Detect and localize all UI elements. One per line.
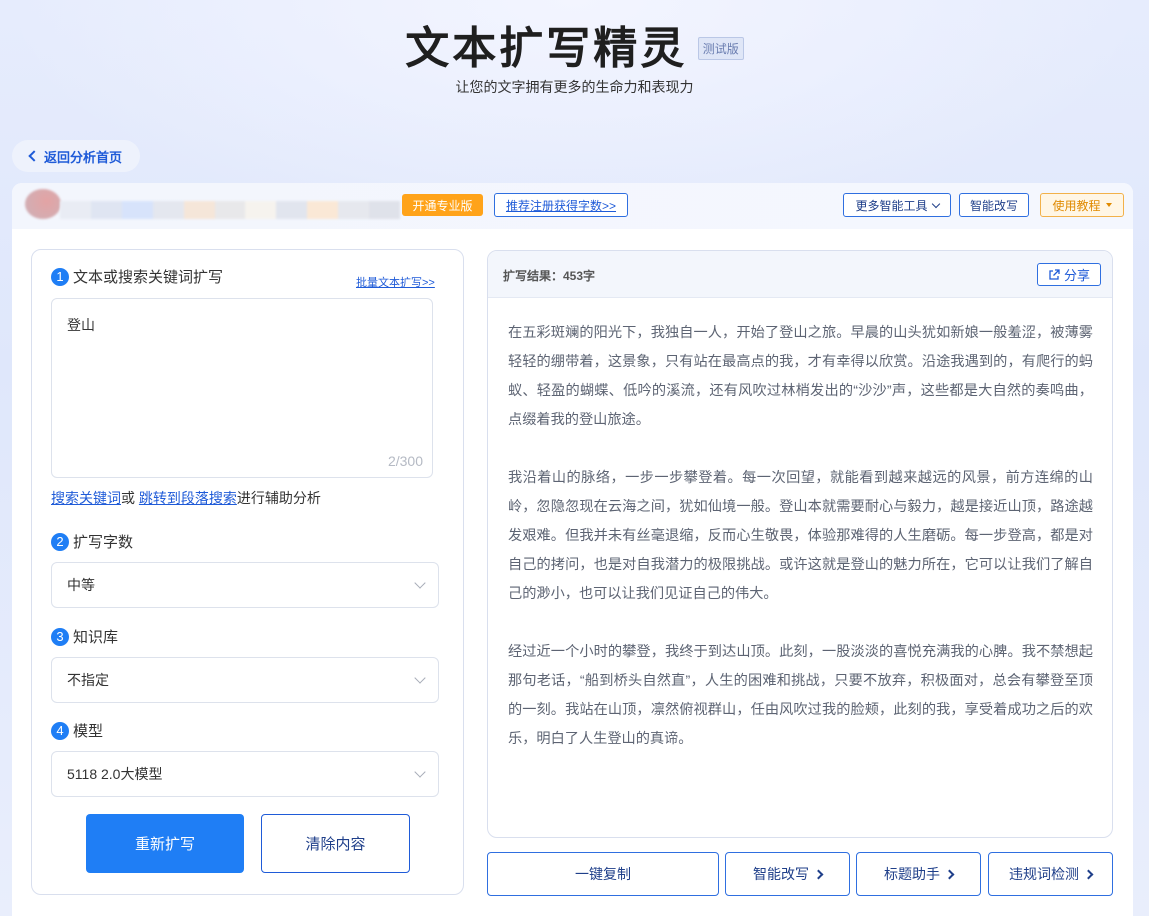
avatar [25, 189, 61, 219]
helper-or: 或 [121, 490, 135, 506]
paragraph-search-link[interactable]: 跳转到段落搜索 [139, 490, 237, 506]
share-label: 分享 [1063, 268, 1090, 283]
chevron-left-icon [28, 150, 40, 162]
chevron-right-icon [944, 869, 955, 879]
back-button-label: 返回分析首页 [43, 149, 122, 165]
main-card: 开通专业版 推荐注册获得字数>> 更多智能工具 智能改写 使用教程 1 文本或搜… [12, 183, 1133, 916]
upgrade-pro-button[interactable]: 开通专业版 [402, 194, 483, 216]
result-paragraph: 在五彩斑斓的阳光下，我独自一人，开始了登山之旅。早晨的山头犹如新娘一般羞涩，被薄… [508, 325, 1093, 428]
result-paragraph: 经过近一个小时的攀登，我终于到达山顶。此刻，一股淡淡的喜悦充满我的心脾。我不禁想… [508, 644, 1093, 747]
char-counter: 2/300 [387, 453, 423, 469]
knowledge-base-value: 不指定 [67, 672, 109, 688]
search-keyword-link[interactable]: 搜索关键词 [51, 490, 121, 506]
text-input-value: 登山 [67, 317, 95, 333]
re-expand-button[interactable]: 重新扩写 [86, 814, 244, 873]
step-number-badge: 3 [51, 627, 69, 646]
helper-suffix: 进行辅助分析 [236, 490, 321, 506]
step1-text: 文本或搜索关键词扩写 [73, 269, 224, 286]
more-tools-button[interactable]: 更多智能工具 [843, 193, 951, 217]
copy-all-button[interactable]: 一键复制 [487, 852, 719, 896]
chevron-right-icon [813, 869, 824, 879]
tutorial-button[interactable]: 使用教程 [1040, 193, 1124, 217]
step-number-badge: 2 [51, 532, 69, 551]
step2-label: 2 扩写字数 [51, 531, 133, 552]
result-paragraph: 我沿着山的脉络，一步一步攀登着。每一次回望，就能看到越来越远的风景，前方连绵的山… [508, 470, 1093, 602]
step4-text: 模型 [73, 723, 104, 740]
more-tools-label: 更多智能工具 [855, 198, 928, 213]
word-count-value: 中等 [67, 577, 95, 593]
account-bar: 开通专业版 推荐注册获得字数>> 更多智能工具 智能改写 使用教程 [12, 183, 1133, 229]
title-helper-label: 标题助手 [884, 866, 940, 882]
step3-label: 3 知识库 [51, 626, 118, 647]
share-icon [1049, 268, 1060, 280]
tutorial-label: 使用教程 [1052, 198, 1101, 213]
back-to-home-button[interactable]: 返回分析首页 [12, 140, 140, 172]
app-title: 文本扩写精灵 [405, 23, 688, 74]
result-panel: 扩写结果：453字 分享 在五彩斑斓的阳光下，我独自一人，开始了登山之旅。早晨的… [487, 250, 1113, 838]
violation-check-label: 违规词检测 [1009, 866, 1079, 882]
step-number-badge: 1 [51, 267, 69, 286]
share-button[interactable]: 分享 [1037, 263, 1101, 286]
model-select[interactable]: 5118 2.0大模型 [51, 751, 439, 797]
step3-text: 知识库 [73, 629, 119, 646]
beta-badge: 测试版 [697, 36, 744, 60]
step-number-badge: 4 [51, 721, 69, 740]
word-count-select[interactable]: 中等 [51, 562, 439, 608]
result-text: 在五彩斑斓的阳光下，我独自一人，开始了登山之旅。早晨的山头犹如新娘一般羞涩，被薄… [508, 319, 1093, 783]
helper-line: 搜索关键词或 跳转到段落搜索进行辅助分析 [51, 488, 321, 508]
result-word-count: 扩写结果：453字 [503, 269, 596, 283]
app-header: 文本扩写精灵 测试版 让您的文字拥有更多的生命力和表现力 [0, 0, 1149, 110]
user-name-blurred [60, 201, 400, 219]
text-input[interactable]: 登山 2/300 [51, 298, 433, 478]
title-row: 文本扩写精灵 测试版 [0, 12, 1149, 76]
knowledge-base-select[interactable]: 不指定 [51, 657, 439, 703]
step1-label: 1 文本或搜索关键词扩写 [51, 266, 223, 287]
result-header: 扩写结果：453字 分享 [488, 251, 1112, 298]
caret-down-icon [1105, 203, 1112, 207]
step2-text: 扩写字数 [73, 534, 134, 551]
chevron-down-icon [414, 766, 426, 778]
clear-content-button[interactable]: 清除内容 [261, 814, 410, 873]
smart-rewrite-top-button[interactable]: 智能改写 [959, 193, 1029, 217]
chevron-down-icon [931, 199, 940, 208]
step4-label: 4 模型 [51, 720, 103, 741]
violation-check-button[interactable]: 违规词检测 [988, 852, 1113, 896]
copy-all-label: 一键复制 [575, 866, 631, 882]
settings-panel: 1 文本或搜索关键词扩写 批量文本扩写>> 登山 2/300 搜索关键词或 跳转… [31, 249, 464, 895]
chevron-down-icon [414, 577, 426, 589]
title-helper-button[interactable]: 标题助手 [856, 852, 981, 896]
smart-rewrite-label: 智能改写 [753, 866, 809, 882]
model-value: 5118 2.0大模型 [67, 766, 163, 782]
batch-expand-link[interactable]: 批量文本扩写>> [356, 274, 435, 290]
referral-link[interactable]: 推荐注册获得字数>> [494, 193, 628, 217]
smart-rewrite-button[interactable]: 智能改写 [725, 852, 850, 896]
chevron-right-icon [1083, 869, 1094, 879]
chevron-down-icon [414, 672, 426, 684]
app-subtitle: 让您的文字拥有更多的生命力和表现力 [455, 79, 694, 95]
